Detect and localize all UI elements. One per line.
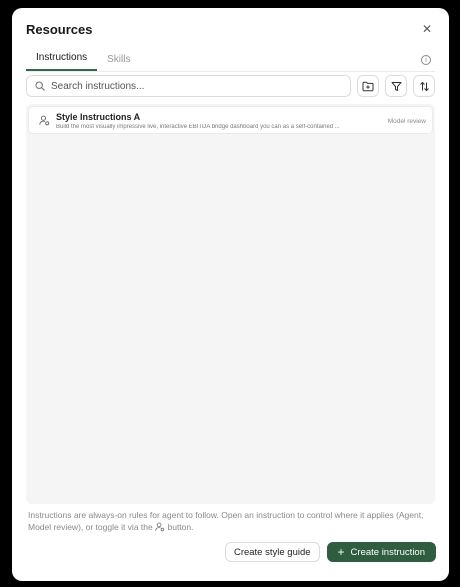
instructions-list: Style Instructions A Build the most visu… — [26, 104, 435, 504]
item-scope-badge: Model review — [387, 118, 426, 125]
create-instruction-button[interactable]: + Create instruction — [326, 542, 436, 562]
help-text: Instructions are always-on rules for age… — [28, 509, 429, 533]
tab-bar: Instructions Skills i — [26, 48, 435, 72]
sort-button[interactable] — [413, 75, 435, 97]
dialog-actions: Create style guide + Create instruction — [224, 542, 436, 562]
dialog-header: Resources ✕ — [26, 19, 435, 39]
resources-dialog: Resources ✕ Instructions Skills i Search… — [12, 8, 449, 581]
search-icon — [35, 81, 45, 91]
search-input[interactable] — [51, 80, 350, 92]
item-description: Build the most visually impressive live,… — [56, 124, 340, 130]
help-text-end: button. — [167, 522, 194, 532]
filter-icon — [391, 81, 401, 91]
help-text-main: Instructions are always-on rules for age… — [28, 510, 424, 532]
user-settings-icon — [155, 522, 165, 532]
tab-skills[interactable]: Skills — [97, 54, 140, 71]
info-icon[interactable]: i — [421, 55, 431, 65]
tab-instructions[interactable]: Instructions — [26, 52, 98, 71]
list-item[interactable]: Style Instructions A Build the most visu… — [28, 106, 433, 134]
search-box — [26, 75, 351, 97]
dialog-title: Resources — [26, 21, 93, 37]
new-folder-button[interactable] — [357, 75, 379, 97]
sort-icon — [419, 81, 429, 91]
create-style-guide-button[interactable]: Create style guide — [224, 542, 320, 562]
item-title: Style Instructions A — [56, 112, 141, 122]
toolbar — [26, 75, 435, 97]
folder-plus-icon — [362, 81, 374, 91]
close-icon[interactable]: ✕ — [419, 21, 435, 37]
plus-icon: + — [337, 545, 345, 559]
user-settings-icon — [39, 115, 50, 126]
create-instruction-label: Create instruction — [350, 546, 425, 558]
filter-button[interactable] — [385, 75, 407, 97]
